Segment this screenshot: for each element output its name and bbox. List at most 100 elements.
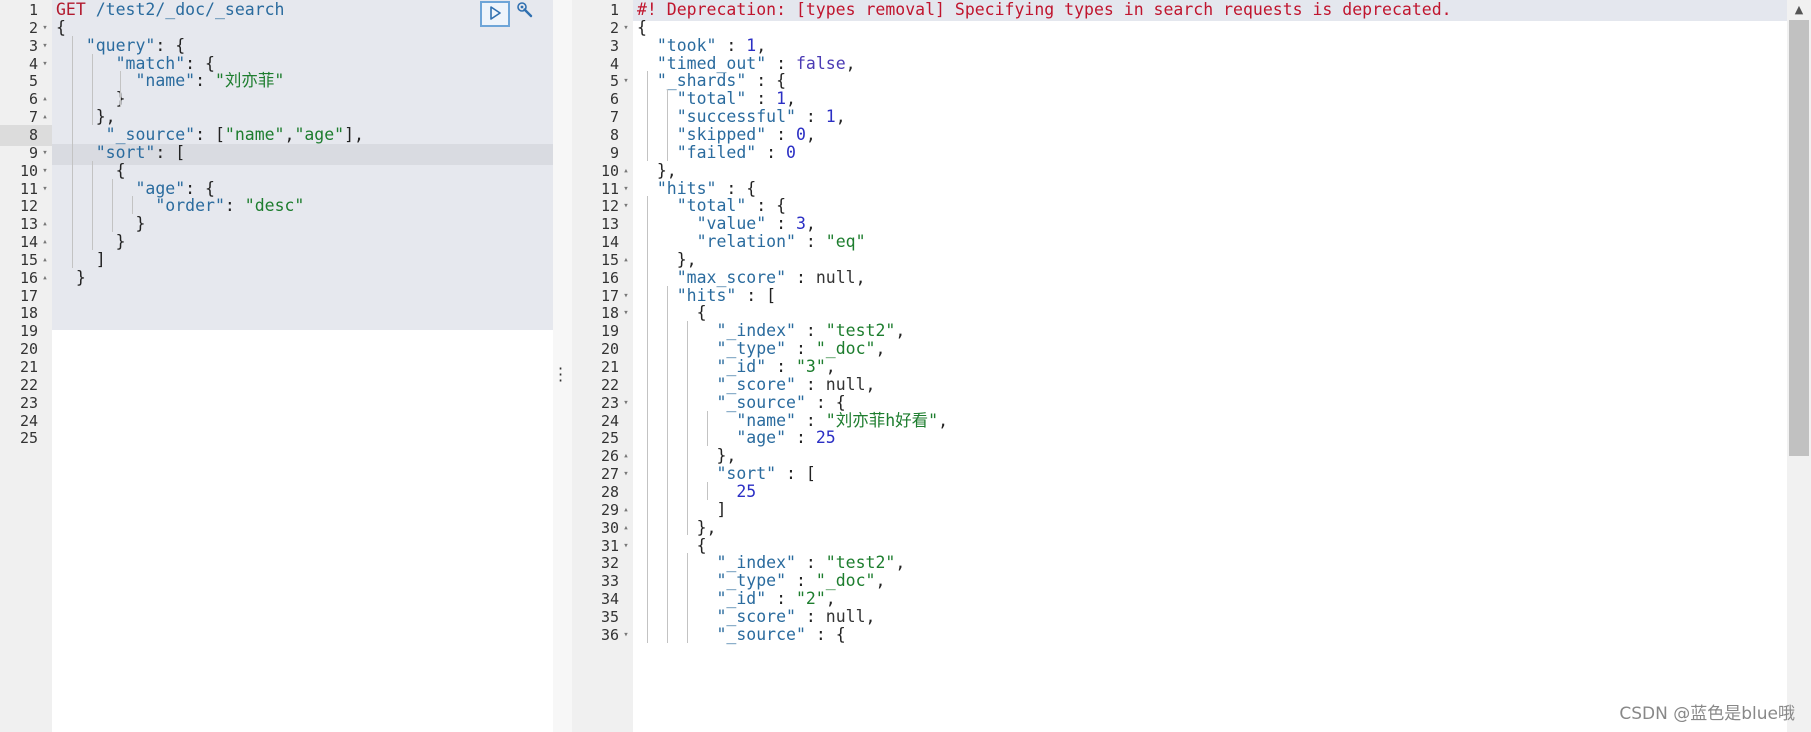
run-request-button[interactable] [480, 1, 510, 27]
token-p: : [756, 142, 787, 162]
token-key: "_index" [716, 321, 796, 341]
token-key: "sort" [716, 464, 777, 484]
request-editor[interactable]: 1 2 ▾ 3 ▾ 4 ▾ 5 6 ▴ 7 ▴ 8 9 ▾ 10 ▾ 11 ▾ 12 13 ▴ 14 ▴ 15 ▴ 16 ▴ 17 18 1… [0, 0, 553, 732]
token-key: "match" [115, 53, 186, 73]
response-code-line[interactable]: "_source" : { [633, 625, 1811, 646]
token-p [637, 179, 657, 198]
token-p: , [835, 107, 846, 127]
response-code-area[interactable]: #! Deprecation: [types removal] Specifyi… [633, 0, 1811, 732]
token-p: }, [637, 160, 677, 180]
kibana-dev-tools-console: 1 2 ▾ 3 ▾ 4 ▾ 5 6 ▴ 7 ▴ 8 9 ▾ 10 ▾ 11 ▾ 12 13 ▴ 14 ▴ 15 ▴ 16 ▴ 17 18 1… [0, 0, 1811, 732]
token-p: { [56, 17, 66, 37]
token-p: , [895, 553, 906, 573]
indent-guide [132, 196, 133, 215]
token-str: "test2" [825, 553, 896, 573]
token-p: : { [185, 53, 215, 73]
token-p: } [56, 267, 86, 287]
token-key: "_score" [716, 374, 796, 394]
token-p [637, 286, 677, 305]
token-p [56, 54, 116, 73]
token-p: : { [746, 196, 787, 216]
token-key: "timed_out" [656, 53, 767, 73]
token-p [637, 196, 677, 215]
token-str: "desc" [244, 196, 305, 216]
token-key: "_source" [105, 124, 196, 144]
request-code-area[interactable]: GET /test2/_doc/_search{ "query": { "mat… [52, 0, 553, 732]
token-p [56, 71, 135, 90]
token-p: , [825, 357, 836, 376]
token-p: : [766, 589, 796, 609]
token-p: , [875, 571, 886, 591]
drag-handle-icon: · · · [558, 359, 564, 390]
token-p [637, 89, 677, 108]
token-p [637, 125, 677, 144]
token-warn: #! Deprecation: [types removal] Specifyi… [637, 0, 1452, 19]
indent-guide [72, 35, 73, 268]
token-key: "_id" [716, 589, 767, 609]
request-code-text: } [56, 268, 86, 289]
token-p: ], [344, 124, 364, 144]
response-line-number-text: 36 [600, 625, 619, 644]
token-p: : [795, 410, 826, 430]
token-p [637, 107, 677, 126]
token-p [56, 196, 155, 215]
token-p: : [716, 35, 747, 55]
indent-guide [707, 410, 708, 447]
token-p [637, 321, 716, 340]
request-code-line[interactable]: } [52, 268, 553, 289]
request-toolbar [480, 1, 538, 27]
token-num: 1 [746, 35, 757, 55]
token-p: : { [185, 178, 215, 198]
pane-resize-handle[interactable]: · · · [553, 0, 572, 732]
token-key: "hits" [656, 178, 717, 198]
token-p [637, 607, 716, 626]
token-p: : [795, 606, 826, 626]
indent-guide [112, 178, 113, 233]
token-key: "total" [676, 89, 747, 109]
token-str: "_doc" [815, 339, 876, 359]
token-p: , [805, 124, 816, 144]
fold-collapse-icon[interactable]: ▾ [619, 625, 633, 646]
token-p [637, 214, 697, 233]
token-p: , [895, 321, 906, 341]
token-p: : [795, 232, 826, 252]
token-p: : [786, 428, 816, 448]
token-null: null [825, 606, 866, 626]
token-key: "failed" [676, 142, 757, 162]
request-line-number-text: 25 [19, 429, 38, 448]
token-p [637, 553, 716, 572]
token-p: : [786, 571, 816, 591]
token-p [637, 232, 697, 251]
token-num: 1 [776, 89, 787, 109]
token-key: "_type" [716, 339, 787, 359]
request-settings-button[interactable] [512, 1, 538, 23]
token-str: "刘亦菲" [214, 71, 285, 91]
token-p [56, 36, 86, 55]
scrollbar-thumb[interactable] [1789, 20, 1809, 456]
wrench-icon [516, 1, 534, 23]
token-p [637, 36, 657, 55]
token-p: : [766, 53, 796, 73]
indent-guide [687, 321, 688, 536]
play-icon [488, 5, 502, 24]
indent-guide [667, 285, 668, 643]
token-p [637, 357, 716, 376]
token-p [56, 179, 135, 198]
response-viewer[interactable]: 1 2 ▾ 3 4 5 ▾ 6 7 8 9 10 ▴ 11 ▾ 12 ▾ 13 14 15 ▴ 16 17 ▾ 18 ▾ 19 20 2… [572, 0, 1811, 732]
token-key: "took" [656, 35, 717, 55]
token-key: "skipped" [676, 124, 767, 144]
scroll-up-icon[interactable]: ▲ [1787, 0, 1811, 20]
response-scrollbar[interactable]: ▲ [1787, 0, 1811, 732]
token-p: , [284, 124, 295, 144]
token-p: : [195, 71, 215, 91]
token-p: { [637, 17, 647, 37]
token-url: /test2/_doc/_search [85, 0, 285, 19]
token-null: null [825, 374, 866, 394]
token-key: "max_score" [676, 267, 787, 287]
token-null: null [815, 267, 856, 287]
token-p [637, 464, 716, 483]
token-p: , [845, 53, 856, 73]
token-p: , [786, 89, 796, 109]
indent-guide [707, 481, 708, 500]
indent-guide [92, 53, 93, 125]
